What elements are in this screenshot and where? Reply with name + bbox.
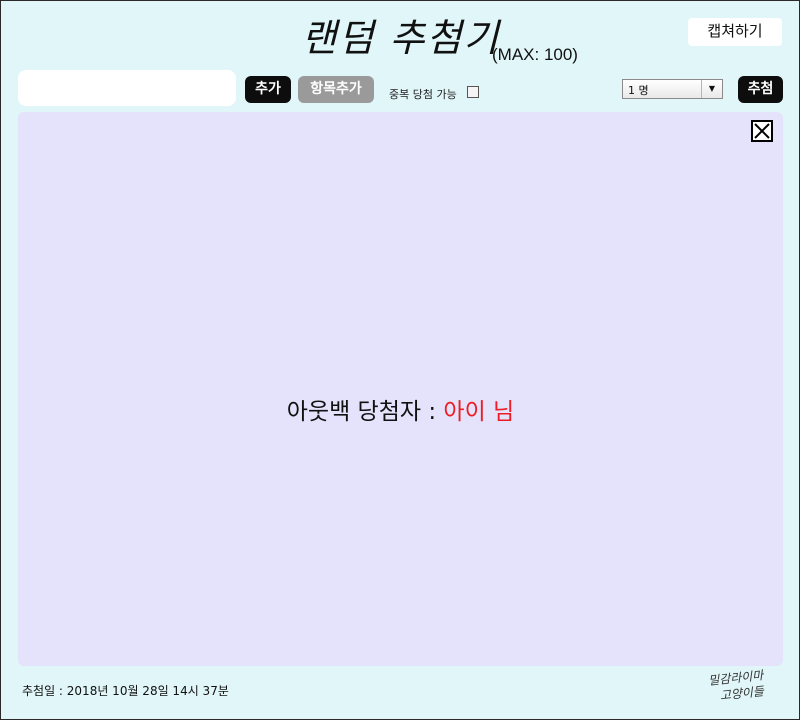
add-button[interactable]: 추가: [245, 76, 291, 103]
title-area: 랜덤 추첨기: [1, 7, 800, 62]
item-input[interactable]: [18, 70, 236, 106]
duplicate-checkbox[interactable]: [467, 86, 479, 98]
result-panel: 아웃백 당첨자 : 아이 님: [18, 112, 783, 666]
close-button[interactable]: [751, 120, 773, 142]
winner-count-select[interactable]: 1 명 ▼: [622, 79, 723, 99]
duplicate-label: 중복 당첨 가능: [389, 88, 457, 101]
page-title: 랜덤 추첨기: [301, 16, 501, 60]
winner-count-value: 1 명: [628, 84, 649, 97]
signature-logo: 밀감라이마 고양이들: [707, 667, 765, 705]
chevron-down-icon[interactable]: ▼: [701, 80, 722, 98]
capture-button[interactable]: 캡쳐하기: [688, 18, 782, 46]
random-draw-app: 랜덤 추첨기 (MAX: 100) 캡쳐하기 추가 항목추가 중복 당첨 가능 …: [0, 0, 800, 720]
max-label: (MAX: 100): [492, 45, 578, 64]
winner-name: 아이 님: [443, 399, 515, 425]
result-prefix: 아웃백 당첨자 :: [286, 399, 444, 425]
close-icon: [754, 123, 770, 139]
draw-date: 추첨일 : 2018년 10월 28일 14시 37분: [22, 684, 229, 698]
result-text: 아웃백 당첨자 : 아이 님: [18, 392, 783, 426]
add-items-button[interactable]: 항목추가: [298, 76, 374, 103]
draw-button[interactable]: 추첨: [738, 76, 783, 103]
